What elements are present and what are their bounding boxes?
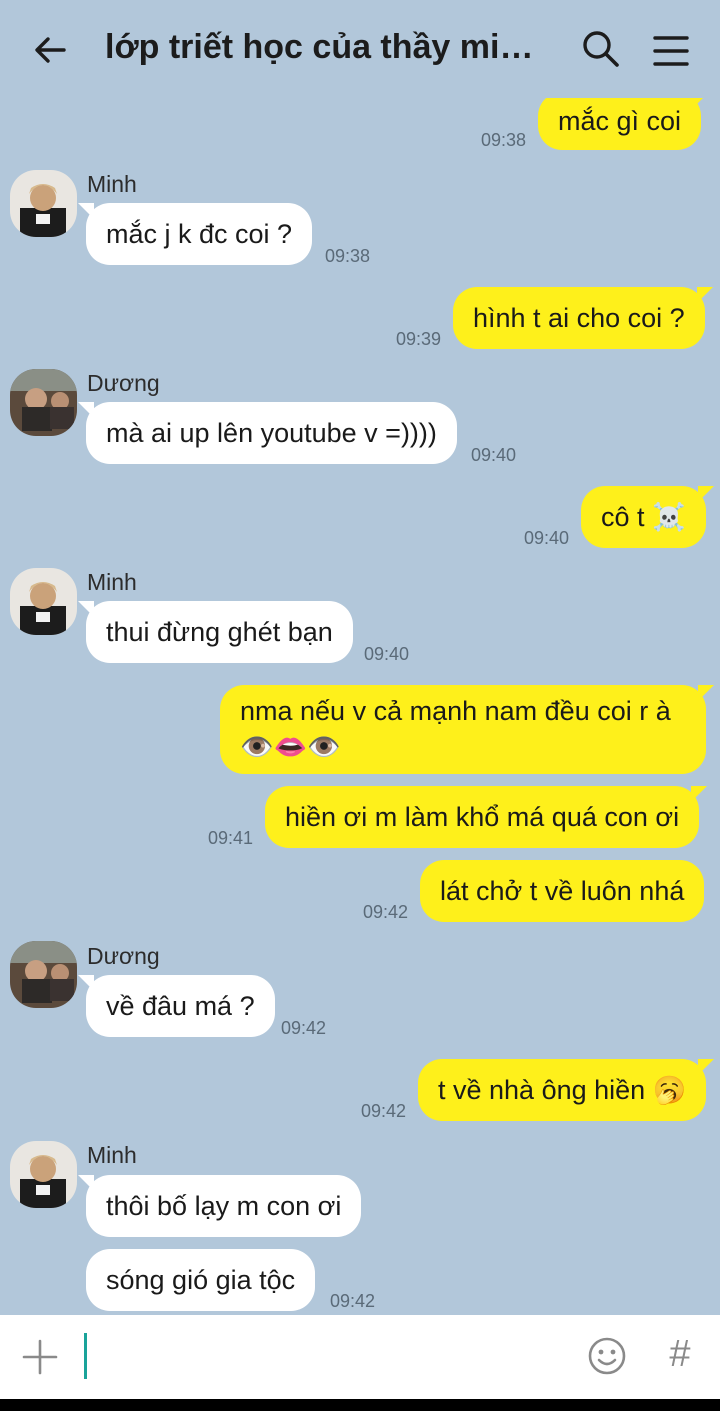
message-time: 09:42 [361,1101,407,1121]
sender-name: Minh [87,569,137,595]
chat-title[interactable]: lớp triết học của thầy min... [105,28,545,67]
message-text: lát chở t về luôn nhá [440,875,685,906]
back-arrow-icon[interactable] [30,30,70,70]
message-time: 09:40 [524,528,570,548]
menu-icon[interactable] [650,30,692,72]
avatar-minh[interactable] [10,1141,77,1208]
message-bubble-received[interactable]: sóng gió gia tộc [86,1249,316,1311]
message-bubble-received[interactable]: thôi bố lạy m con ơi [77,1175,362,1237]
message-text: mắc j k đc coi ? [106,218,293,249]
message-emoji: 👁️👄👁️ [240,732,341,762]
message-time: 09:42 [330,1291,376,1311]
message-text: thôi bố lạy m con ơi [106,1190,342,1221]
message-text: nma nếu v cả mạnh nam đều coi r à [240,696,671,726]
sender-name: Dương [87,943,160,969]
message-text: mà ai up lên youtube v =)))) [106,417,437,448]
message-text: hình t ai cho coi ? [473,302,685,333]
message-bubble-received[interactable]: thui đừng ghét bạn [78,601,353,663]
search-icon[interactable] [580,28,622,70]
message-text: hiền ơi m làm khổ má quá con ơi [285,801,680,832]
message-text: về đâu má ? [106,990,255,1021]
message-text: t về nhà ông hiền 🥱 [438,1075,687,1105]
message-input-bar: # [0,1315,720,1399]
plus-icon[interactable] [20,1337,60,1377]
message-bubble-received[interactable]: mắc j k đc coi ? [77,203,313,265]
message-bubble-received[interactable]: mà ai up lên youtube v =)))) [78,402,457,464]
system-nav-bar [0,1399,720,1411]
chat-header: lớp triết học của thầy min... [0,0,720,98]
message-time: 09:41 [208,828,254,848]
message-bubble-received[interactable]: về đâu má ? [78,975,275,1037]
sender-name: Minh [87,1142,137,1168]
text-cursor [84,1333,87,1379]
avatar-duong[interactable] [10,941,77,1008]
sender-name: Dương [87,370,160,396]
message-time: 09:38 [481,130,527,150]
message-bubble-sent[interactable]: hình t ai cho coi ? [453,287,713,349]
message-time: 09:40 [471,445,517,465]
hash-icon[interactable]: # [660,1331,700,1377]
message-text: cô t ☠️ [601,502,686,532]
message-time: 09:40 [364,644,410,664]
message-input[interactable] [84,1327,564,1387]
chat-area[interactable]: mắc gì coi 09:38 Minh mắc j k đc coi ? 0… [0,0,720,1315]
message-bubble-sent[interactable]: t về nhà ông hiền 🥱 [418,1059,715,1121]
message-time: 09:42 [363,902,409,922]
message-text: sóng gió gia tộc [106,1264,296,1295]
message-text: mắc gì coi [558,105,682,136]
avatar-minh[interactable] [10,170,77,237]
message-bubble-sent[interactable]: nma nếu v cả mạnh nam đều coi r à 👁️👄👁️ [220,685,714,774]
message-time: 09:39 [396,329,442,349]
message-time: 09:38 [325,246,371,266]
avatar-duong[interactable] [10,369,77,436]
message-bubble-sent[interactable]: mắc gì coi [538,92,710,150]
message-bubble-sent[interactable]: lát chở t về luôn nhá [420,860,705,922]
avatar-minh[interactable] [10,568,77,635]
message-text: thui đừng ghét bạn [106,616,333,647]
emoji-icon[interactable] [586,1335,628,1377]
message-bubble-sent[interactable]: hiền ơi m làm khổ má quá con ơi [265,786,708,848]
sender-name: Minh [87,171,137,197]
message-bubble-sent[interactable]: cô t ☠️ [581,486,714,548]
message-time: 09:42 [281,1018,327,1038]
